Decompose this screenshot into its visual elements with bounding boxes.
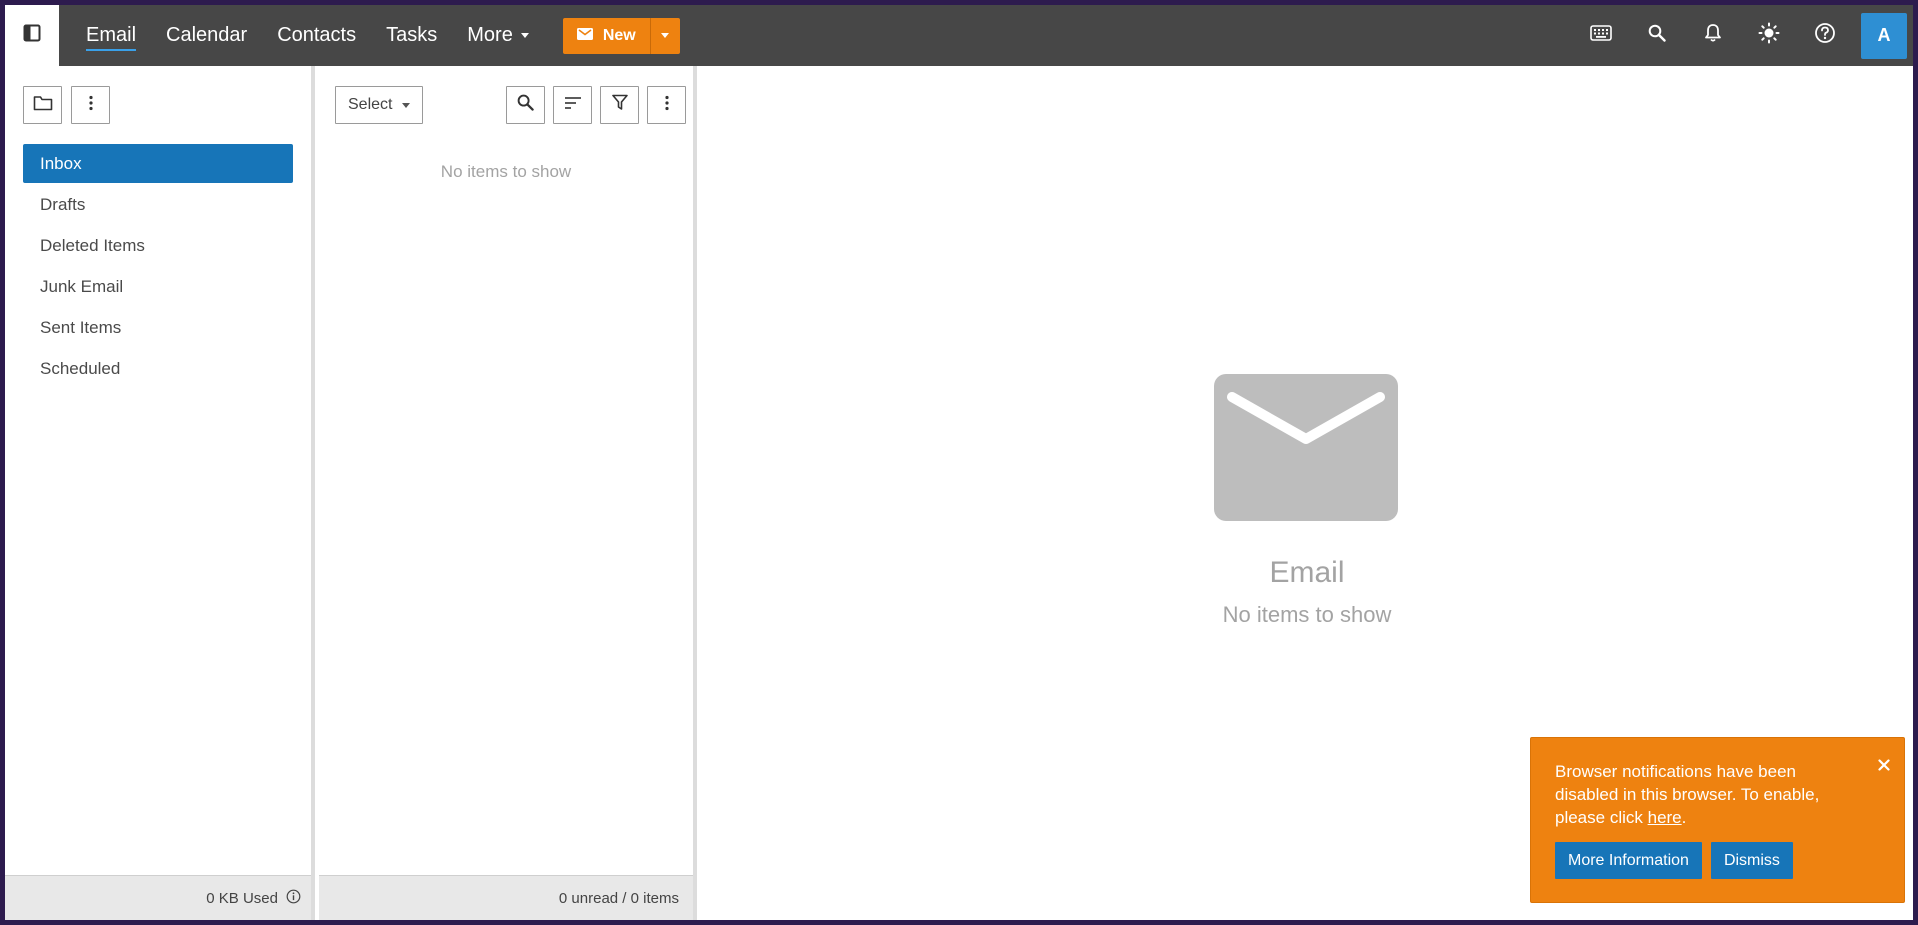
nav-tasks[interactable]: Tasks: [386, 24, 437, 47]
new-button-label: New: [602, 26, 636, 44]
new-dropdown-button[interactable]: [649, 17, 680, 54]
app-window: Email Calendar Contacts Tasks More New A…: [5, 5, 1913, 920]
folder-item-label: Inbox: [40, 153, 82, 173]
toast-text-after: .: [1681, 808, 1687, 827]
notification-toast: Browser notifications have been disabled…: [1530, 737, 1905, 903]
chevron-down-icon: [520, 33, 529, 38]
more-vertical-icon: [88, 95, 93, 116]
storage-used: 0 KB Used: [206, 889, 278, 907]
close-button[interactable]: [1878, 758, 1890, 776]
search-messages-button[interactable]: [506, 86, 545, 124]
empty-state-title: Email: [1269, 556, 1345, 589]
folder-item-label: Junk Email: [40, 276, 124, 296]
nav-contacts[interactable]: Contacts: [277, 24, 356, 47]
message-list-toolbar: Select: [319, 66, 693, 144]
search-icon: [1648, 24, 1666, 47]
toast-actions: More Information Dismiss: [1555, 842, 1880, 879]
toast-here-link[interactable]: here: [1648, 808, 1682, 827]
folder-item-sent[interactable]: Sent Items: [23, 308, 293, 347]
dismiss-button[interactable]: Dismiss: [1710, 842, 1793, 879]
search-icon: [517, 94, 534, 116]
folder-more-button[interactable]: [71, 86, 110, 124]
empty-list-text: No items to show: [440, 162, 572, 181]
help-button[interactable]: [1797, 5, 1853, 66]
envelope-icon: [1214, 374, 1398, 521]
message-list-more-button[interactable]: [647, 86, 686, 124]
nav-contacts-label: Contacts: [277, 24, 357, 46]
sort-button[interactable]: [553, 86, 592, 124]
nav-calendar[interactable]: Calendar: [166, 24, 247, 47]
nav-more[interactable]: More: [467, 24, 529, 47]
avatar-initial: A: [1877, 25, 1891, 45]
main-nav: Email Calendar Contacts Tasks More New: [86, 5, 680, 66]
nav-calendar-label: Calendar: [166, 24, 248, 46]
folder-item-inbox[interactable]: Inbox: [23, 144, 293, 183]
select-dropdown[interactable]: Select: [335, 86, 424, 124]
folder-item-deleted[interactable]: Deleted Items: [23, 226, 293, 265]
select-label: Select: [348, 96, 393, 113]
new-button[interactable]: New: [562, 17, 650, 54]
message-list-tools: [506, 86, 686, 124]
notifications-button[interactable]: [1685, 5, 1741, 66]
sort-icon: [564, 96, 582, 115]
search-button[interactable]: [1629, 5, 1685, 66]
close-icon: [1878, 758, 1890, 775]
sidebar-toggle-icon: [23, 24, 41, 47]
folder-item-label: Sent Items: [40, 317, 122, 337]
chevron-down-icon: [661, 33, 670, 38]
folder-item-label: Scheduled: [40, 358, 121, 378]
folder-button[interactable]: [23, 86, 62, 124]
info-icon[interactable]: [286, 889, 301, 908]
filter-icon: [611, 94, 628, 116]
new-button-group: New: [562, 17, 680, 54]
storage-footer: 0 KB Used: [5, 875, 311, 920]
nav-email-label: Email: [86, 24, 137, 46]
more-information-label: More Information: [1568, 851, 1689, 869]
nav-email[interactable]: Email: [86, 24, 137, 51]
toast-message: Browser notifications have been disabled…: [1555, 760, 1855, 829]
avatar[interactable]: A: [1861, 12, 1907, 59]
chevron-down-icon: [402, 102, 411, 108]
message-list-pane: Select No items to show 0 unread / 0 ite…: [319, 66, 697, 920]
sidebar-toggle-button[interactable]: [5, 5, 59, 66]
more-vertical-icon: [664, 95, 669, 116]
more-information-button[interactable]: More Information: [1555, 842, 1702, 879]
folder-item-drafts[interactable]: Drafts: [23, 185, 293, 224]
folder-toolbar: [5, 66, 311, 144]
folder-icon: [33, 95, 53, 116]
toast-text-before: Browser notifications have been disabled…: [1555, 762, 1820, 827]
help-icon: [1814, 22, 1836, 49]
top-right-tools: A: [1573, 5, 1913, 66]
folder-item-junk[interactable]: Junk Email: [23, 267, 293, 306]
envelope-icon: [576, 27, 593, 45]
bell-icon: [1704, 23, 1722, 48]
nav-tasks-label: Tasks: [386, 24, 438, 46]
nav-more-label: More: [467, 24, 513, 46]
theme-toggle-button[interactable]: [1741, 5, 1797, 66]
folder-pane: Inbox Drafts Deleted Items Junk Email Se…: [5, 66, 315, 920]
top-bar: Email Calendar Contacts Tasks More New A: [5, 5, 1913, 66]
keyboard-shortcuts-button[interactable]: [1573, 5, 1629, 66]
folder-list: Inbox Drafts Deleted Items Junk Email Se…: [5, 144, 311, 388]
keyboard-icon: [1590, 25, 1612, 46]
folder-item-scheduled[interactable]: Scheduled: [23, 349, 293, 388]
message-count: 0 unread / 0 items: [558, 889, 679, 907]
empty-state-subtitle: No items to show: [1222, 602, 1392, 627]
folder-item-label: Drafts: [40, 194, 86, 214]
folder-item-label: Deleted Items: [40, 235, 145, 255]
filter-button[interactable]: [600, 86, 639, 124]
message-count-footer: 0 unread / 0 items: [319, 875, 693, 920]
dismiss-label: Dismiss: [1723, 851, 1780, 869]
sun-icon: [1758, 22, 1780, 49]
